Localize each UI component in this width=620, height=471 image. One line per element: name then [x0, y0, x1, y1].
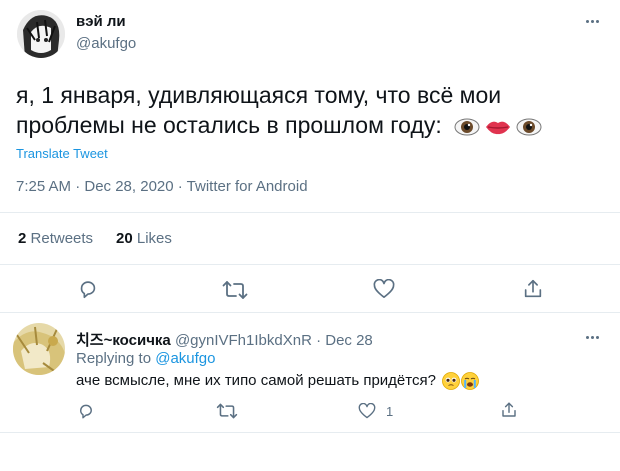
retweets-label: Retweets	[30, 230, 94, 247]
reply-share-icon[interactable]	[500, 401, 518, 419]
reply-like-count: 1	[386, 404, 394, 419]
divider	[0, 264, 620, 265]
reply-reply-icon[interactable]	[77, 402, 95, 420]
reply-author-avatar[interactable]	[13, 323, 65, 375]
replying-to: Replying to @akufgo	[76, 350, 215, 367]
retweets-count: 2	[18, 230, 27, 247]
translate-tweet-link[interactable]: Translate Tweet	[16, 146, 108, 161]
tweet-text: я, 1 января, удивляющаяся тому, что всё …	[16, 80, 576, 140]
likes-label: Likes	[136, 230, 172, 247]
more-options-icon[interactable]	[586, 20, 599, 23]
divider	[0, 212, 620, 213]
tweet-meta[interactable]: 7:25 AM · Dec 28, 2020 · Twitter for And…	[16, 178, 308, 195]
reply-author-display-name[interactable]: 치즈~косичка	[76, 332, 171, 349]
author-avatar[interactable]	[17, 10, 65, 58]
divider	[0, 312, 620, 313]
reply-like-icon[interactable]	[358, 403, 376, 419]
replying-to-handle[interactable]: @akufgo	[155, 350, 215, 367]
replying-to-prefix: Replying to	[76, 350, 152, 367]
reply-date[interactable]: Dec 28	[325, 332, 373, 349]
reply-text: аче всмысле, мне их типо самой решать пр…	[76, 372, 480, 390]
author-handle[interactable]: @akufgo	[76, 35, 136, 52]
like-icon[interactable]	[373, 279, 395, 299]
share-icon[interactable]	[522, 278, 544, 300]
divider	[0, 432, 620, 433]
eye-emoji	[516, 117, 542, 137]
crying-face-emoji	[461, 372, 480, 390]
retweets-stat[interactable]: 2 Retweets	[18, 230, 93, 247]
separator-dot: ·	[316, 332, 322, 349]
eye-emoji	[454, 117, 480, 137]
author-display-name[interactable]: вэй ли	[76, 13, 126, 30]
pleading-face-emoji	[442, 372, 461, 390]
reply-header: 치즈~косичка @gynIVFh1IbkdXnR · Dec 28	[76, 329, 373, 350]
tweet-text-content: я, 1 января, удивляющаяся тому, что всё …	[16, 82, 502, 138]
lips-emoji	[484, 117, 512, 137]
reply-author-handle[interactable]: @gynIVFh1IbkdXnR	[175, 332, 312, 349]
reply-more-options-icon[interactable]	[586, 336, 599, 339]
reply-text-content: аче всмысле, мне их типо самой решать пр…	[76, 372, 436, 389]
retweet-icon[interactable]	[222, 279, 248, 301]
reply-icon[interactable]	[77, 278, 99, 300]
likes-stat[interactable]: 20 Likes	[116, 230, 172, 247]
likes-count: 20	[116, 230, 133, 247]
reply-retweet-icon[interactable]	[216, 402, 238, 420]
